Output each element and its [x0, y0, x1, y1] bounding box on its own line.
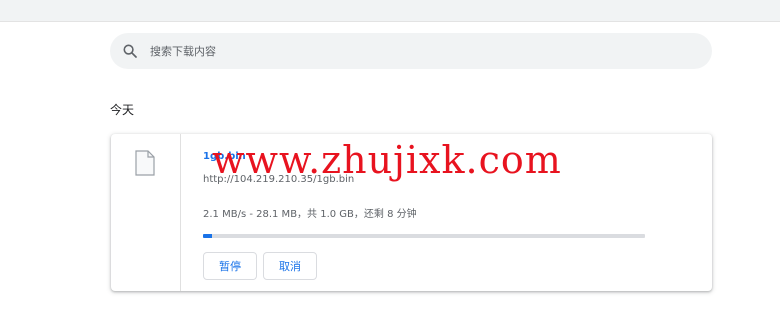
download-progress-fill	[203, 234, 212, 238]
top-bar	[0, 0, 780, 22]
search-icon	[121, 42, 139, 60]
download-progress-bar	[203, 234, 645, 238]
search-input[interactable]	[150, 44, 670, 58]
pause-button[interactable]: 暂停	[203, 252, 257, 280]
search-bar[interactable]	[110, 33, 712, 69]
cancel-button[interactable]: 取消	[263, 252, 317, 280]
file-icon-column	[111, 134, 181, 291]
watermark-text: www.zhujixk.com	[212, 138, 562, 182]
file-icon	[135, 150, 155, 176]
section-title-today: 今天	[110, 103, 135, 117]
download-status: 2.1 MB/s - 28.1 MB，共 1.0 GB，还剩 8 分钟	[203, 209, 417, 220]
